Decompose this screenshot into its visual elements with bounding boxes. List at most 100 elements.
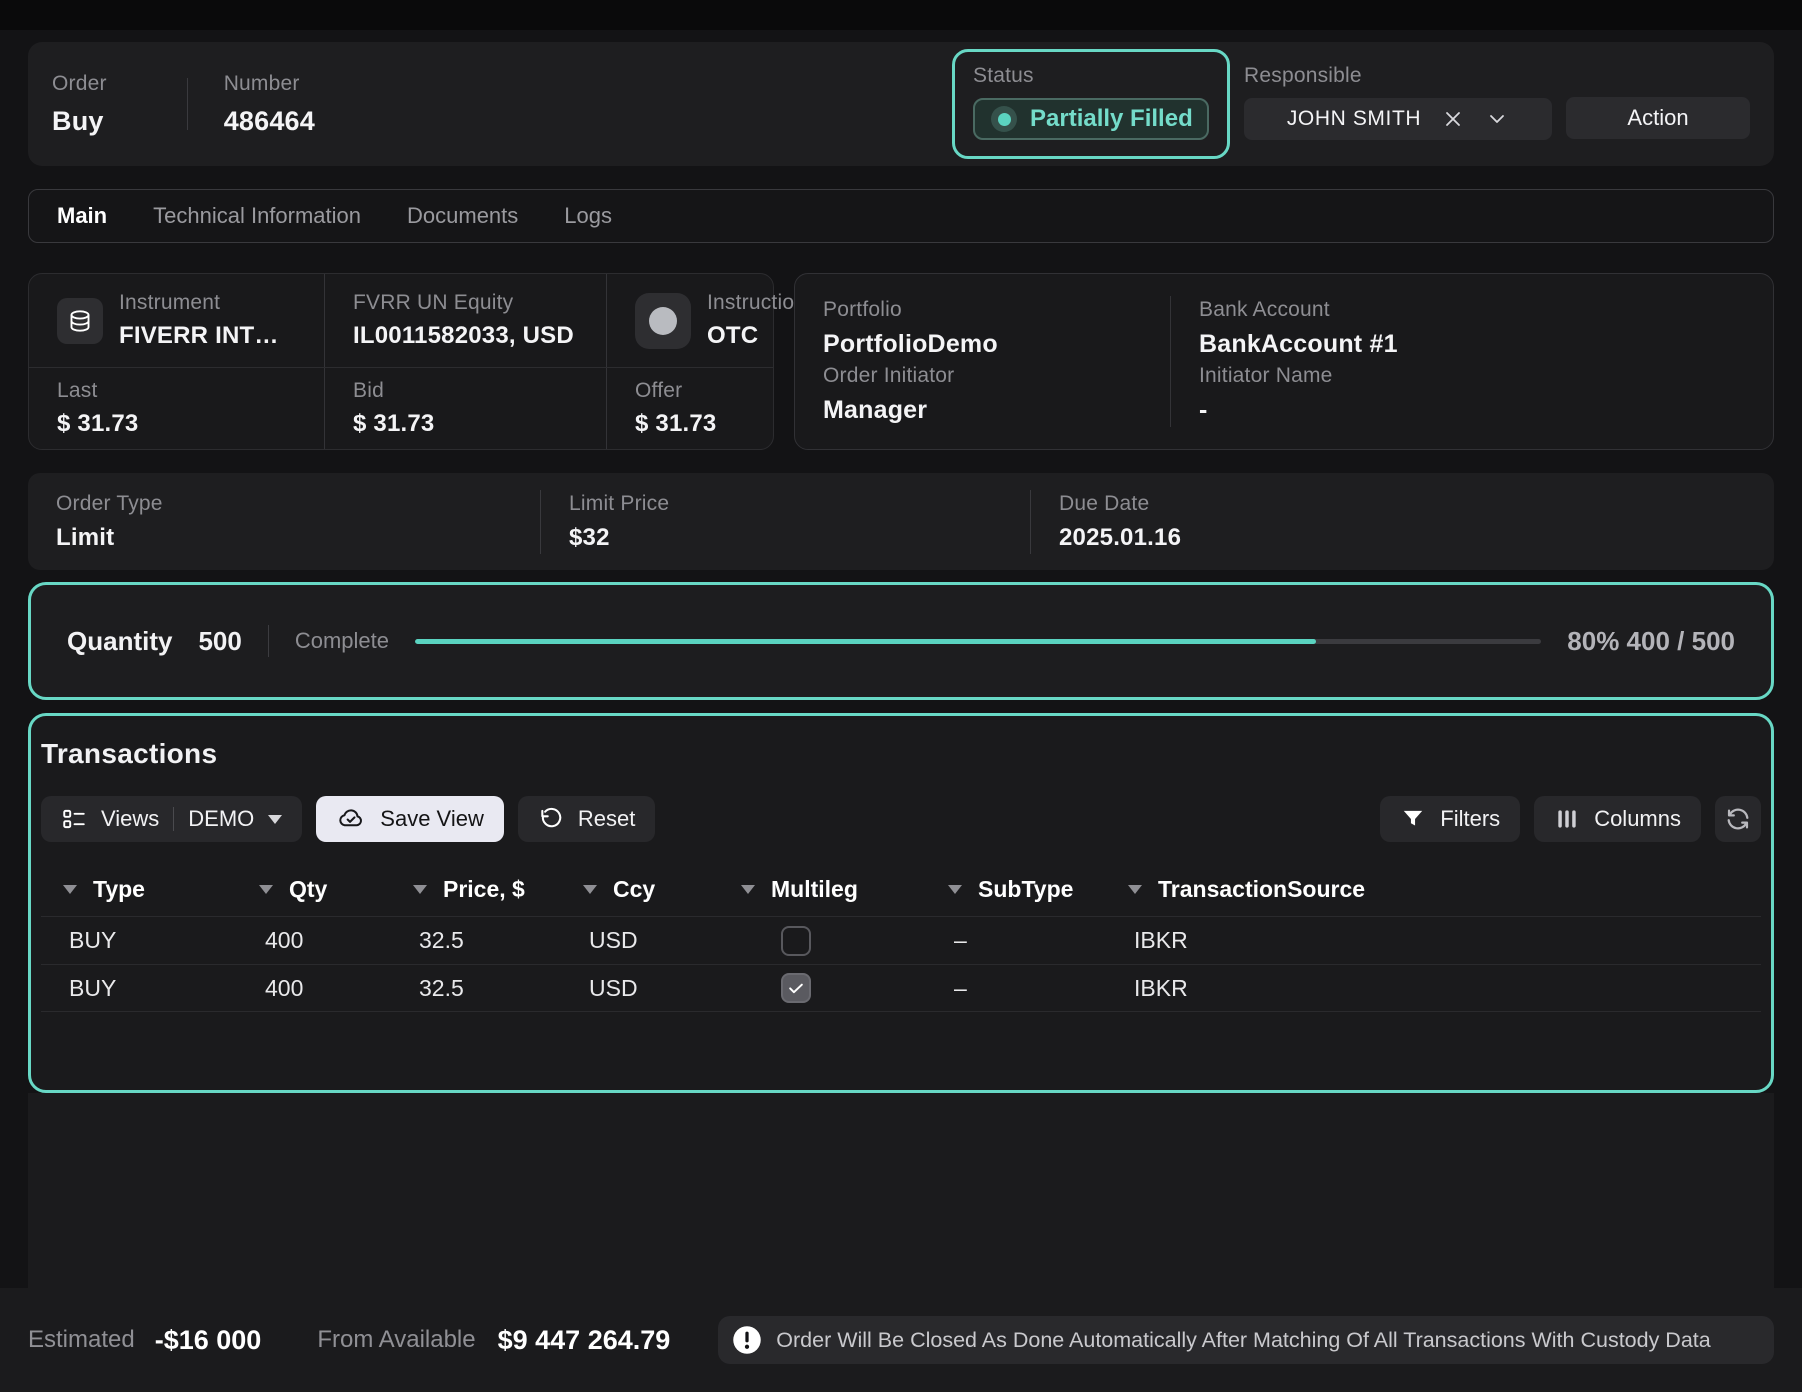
instrument-card-prices: Last $ 31.73 Bid $ 31.73 Offer $ 31.73 bbox=[29, 367, 773, 449]
views-button-label: Views bbox=[101, 806, 159, 832]
sort-icon bbox=[413, 885, 427, 894]
reset-button[interactable]: Reset bbox=[518, 796, 655, 842]
order-label: Order bbox=[52, 72, 107, 96]
tab-documents[interactable]: Documents bbox=[407, 203, 518, 229]
tab-technical-information[interactable]: Technical Information bbox=[153, 203, 361, 229]
multileg-checkbox[interactable] bbox=[781, 973, 811, 1003]
order-number-value: 486464 bbox=[224, 106, 315, 137]
responsible-label: Responsible bbox=[1244, 64, 1552, 88]
table-row[interactable]: BUY 400 32.5 USD – IBKR bbox=[41, 916, 1761, 964]
account-card: Portfolio PortfolioDemo Bank Account Ban… bbox=[794, 273, 1774, 450]
column-header-qty[interactable]: Qty bbox=[237, 876, 391, 903]
responsible-group: Responsible JOHN SMITH bbox=[1244, 49, 1552, 140]
reset-icon bbox=[538, 806, 564, 832]
order-details-card: Order Type Limit Limit Price $32 Due Dat… bbox=[28, 473, 1774, 570]
clear-responsible-icon[interactable] bbox=[1441, 107, 1465, 131]
footer-bar: Estimated -$16 000 From Available $9 447… bbox=[0, 1288, 1802, 1392]
top-chrome bbox=[0, 0, 1802, 30]
responsible-select[interactable]: JOHN SMITH bbox=[1244, 98, 1552, 140]
action-button[interactable]: Action bbox=[1566, 97, 1750, 139]
multileg-checkbox[interactable] bbox=[781, 926, 811, 956]
limit-price-value: $32 bbox=[569, 524, 1030, 552]
notice-banner: Order Will Be Closed As Done Automatical… bbox=[718, 1316, 1774, 1364]
column-header-price[interactable]: Price, $ bbox=[391, 876, 561, 903]
instrument-card: Instrument FIVERR INT… FVRR UN Equity IL… bbox=[28, 273, 774, 450]
transactions-toolbar: Views DEMO Save View bbox=[31, 796, 1771, 842]
instruction-field: Instruction OTC bbox=[606, 274, 806, 367]
column-header-type[interactable]: Type bbox=[41, 876, 237, 903]
sort-icon bbox=[63, 885, 77, 894]
bank-account-value: BankAccount #1 bbox=[1199, 330, 1773, 359]
number-label: Number bbox=[224, 72, 315, 96]
order-page: Order Buy Number 486464 Status Partially… bbox=[0, 42, 1802, 1093]
quantity-value: 500 bbox=[198, 626, 241, 657]
responsible-value: JOHN SMITH bbox=[1287, 107, 1421, 131]
columns-button[interactable]: Columns bbox=[1534, 796, 1701, 842]
views-select[interactable]: Views DEMO bbox=[41, 796, 302, 842]
order-initiator-label: Order Initiator bbox=[823, 364, 1170, 388]
status-label: Status bbox=[973, 64, 1209, 88]
status-value: Partially Filled bbox=[1030, 105, 1193, 133]
column-header-subtype[interactable]: SubType bbox=[926, 876, 1106, 903]
cell-ccy: USD bbox=[561, 975, 719, 1002]
status-highlight-box: Status Partially Filled bbox=[952, 49, 1230, 159]
due-date-value: 2025.01.16 bbox=[1059, 524, 1774, 552]
order-number-field: Number 486464 bbox=[224, 72, 315, 137]
views-selected-value: DEMO bbox=[188, 806, 254, 832]
order-side-value: Buy bbox=[52, 106, 107, 137]
table-row[interactable]: BUY 400 32.5 USD – IBKR bbox=[41, 964, 1761, 1012]
equity-value: IL0011582033, USD bbox=[353, 322, 574, 350]
bid-price-field: Bid $ 31.73 bbox=[324, 368, 606, 449]
status-dot-icon bbox=[991, 106, 1017, 132]
quantity-progress-text: 80% 400 / 500 bbox=[1567, 626, 1735, 657]
column-header-multileg[interactable]: Multileg bbox=[719, 876, 926, 903]
cell-qty: 400 bbox=[237, 927, 391, 954]
refresh-icon bbox=[1724, 805, 1752, 833]
cell-source: IBKR bbox=[1106, 927, 1761, 954]
quantity-progress-fill bbox=[415, 639, 1316, 644]
cell-price: 32.5 bbox=[391, 975, 561, 1002]
columns-label: Columns bbox=[1594, 806, 1681, 832]
transactions-title: Transactions bbox=[31, 738, 1771, 770]
filters-button[interactable]: Filters bbox=[1380, 796, 1520, 842]
views-icon bbox=[61, 806, 87, 832]
offer-price-field: Offer $ 31.73 bbox=[606, 368, 773, 449]
quantity-divider bbox=[268, 625, 269, 657]
content-filler-panel bbox=[28, 1093, 1774, 1288]
refresh-button[interactable] bbox=[1715, 796, 1761, 842]
reset-label: Reset bbox=[578, 806, 635, 832]
save-view-button[interactable]: Save View bbox=[316, 796, 504, 842]
instruction-value: OTC bbox=[707, 322, 806, 350]
bank-account-label: Bank Account bbox=[1199, 298, 1773, 322]
tab-bar: Main Technical Information Documents Log… bbox=[28, 189, 1774, 243]
limit-price-field: Limit Price $32 bbox=[540, 490, 1030, 554]
instruction-icon bbox=[635, 293, 691, 349]
sort-icon bbox=[1128, 885, 1142, 894]
order-initiator-field: Order Initiator Manager bbox=[795, 362, 1170, 428]
cell-price: 32.5 bbox=[391, 927, 561, 954]
estimated-value: -$16 000 bbox=[155, 1325, 262, 1356]
cell-type: BUY bbox=[41, 927, 237, 954]
limit-price-label: Limit Price bbox=[569, 492, 1030, 516]
cell-ccy: USD bbox=[561, 927, 719, 954]
offer-label: Offer bbox=[635, 379, 716, 403]
transactions-table: Type Qty Price, $ Ccy Multileg SubType T… bbox=[41, 862, 1761, 1012]
notice-text: Order Will Be Closed As Done Automatical… bbox=[776, 1328, 1710, 1353]
filters-label: Filters bbox=[1440, 806, 1500, 832]
chevron-down-icon[interactable] bbox=[1485, 107, 1509, 131]
order-type-label: Order Type bbox=[56, 492, 540, 516]
portfolio-label: Portfolio bbox=[823, 298, 1170, 322]
transactions-highlight-box: Transactions Views DEMO bbox=[28, 713, 1774, 1093]
status-badge: Partially Filled bbox=[973, 98, 1209, 140]
bank-account-field: Bank Account BankAccount #1 bbox=[1170, 296, 1773, 362]
quantity-progress-bar bbox=[415, 639, 1541, 644]
column-header-transactionsource[interactable]: TransactionSource bbox=[1106, 876, 1761, 903]
quantity-status-label: Complete bbox=[295, 628, 389, 654]
tab-main[interactable]: Main bbox=[57, 203, 107, 229]
tab-logs[interactable]: Logs bbox=[564, 203, 612, 229]
views-divider bbox=[173, 807, 174, 831]
header-right-group: Status Partially Filled Responsible JOHN… bbox=[952, 49, 1750, 159]
column-header-ccy[interactable]: Ccy bbox=[561, 876, 719, 903]
order-side-field: Order Buy bbox=[52, 72, 107, 137]
cloud-check-icon bbox=[336, 804, 366, 834]
